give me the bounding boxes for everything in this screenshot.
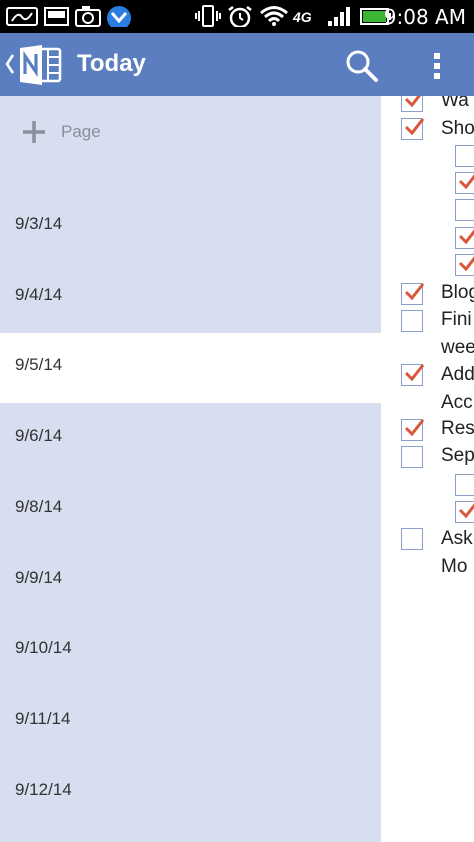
checkmark-icon xyxy=(458,174,474,190)
more-vert-icon[interactable] xyxy=(425,47,449,85)
signature-icon xyxy=(6,7,38,26)
page-item[interactable]: 9/9/14 xyxy=(0,546,381,616)
note-text: Wa xyxy=(441,96,469,111)
note-checkbox[interactable] xyxy=(455,172,474,194)
chevron-left-icon[interactable] xyxy=(4,52,16,76)
alarm-icon xyxy=(228,6,252,27)
note-checkbox[interactable] xyxy=(455,474,474,496)
note-checkbox[interactable] xyxy=(401,446,423,468)
add-page-button[interactable]: Page xyxy=(0,96,381,168)
page-item-label: 9/6/14 xyxy=(15,426,63,446)
4g-icon: 4G xyxy=(293,9,312,25)
note-checkbox[interactable] xyxy=(401,283,425,305)
page-item-label: 9/11/14 xyxy=(15,708,71,728)
note-checkbox[interactable] xyxy=(401,118,425,140)
onenote-logo-icon[interactable] xyxy=(18,44,62,86)
signal-icon xyxy=(328,7,350,26)
page-item-label: 9/12/14 xyxy=(15,779,72,799)
checkmark-icon xyxy=(404,419,425,437)
note-checkbox[interactable] xyxy=(455,254,474,276)
page-item[interactable]: 9/12/14 xyxy=(0,758,381,828)
search-icon[interactable] xyxy=(343,47,381,85)
note-text: Sho xyxy=(441,118,474,139)
page-item[interactable]: 9/5/14 xyxy=(0,333,381,404)
note-checkbox[interactable] xyxy=(401,310,423,332)
checkmark-icon xyxy=(404,283,425,301)
plus-icon xyxy=(23,121,45,143)
page-item[interactable]: 9/3/14 xyxy=(0,192,381,262)
note-text: Mo xyxy=(441,556,468,577)
checkmark-icon xyxy=(458,503,474,519)
checkmark-icon xyxy=(404,364,425,382)
add-page-label: Page xyxy=(61,122,101,141)
page-item-label: 9/3/14 xyxy=(15,214,63,233)
note-checkbox[interactable] xyxy=(401,364,425,386)
note-text: Add xyxy=(441,364,474,385)
page-item-label: 9/9/14 xyxy=(15,567,63,587)
status-time: 9:08 AM xyxy=(383,5,466,29)
checkmark-icon xyxy=(458,229,474,245)
app-bar: Today xyxy=(0,33,474,96)
checkmark-icon xyxy=(404,96,421,108)
page-item-label: 9/5/14 xyxy=(15,355,63,375)
page-item[interactable]: 9/8/14 xyxy=(0,475,381,545)
app-notification-icon xyxy=(107,6,131,27)
status-bar: 4G 9:08 AM xyxy=(0,0,474,33)
page-item[interactable]: 9/10/14 xyxy=(0,616,381,686)
page-item[interactable]: 9/6/14 xyxy=(0,404,381,474)
page-item[interactable]: 9/4/14 xyxy=(0,263,381,333)
note-checkbox[interactable] xyxy=(455,199,474,221)
page-item-label: 9/8/14 xyxy=(15,496,63,516)
page-title: Today xyxy=(77,50,146,77)
checkmark-icon xyxy=(458,256,474,272)
page-item-label: 9/4/14 xyxy=(15,284,63,304)
note-text: Sep xyxy=(441,445,474,466)
note-checkbox[interactable] xyxy=(455,227,474,249)
vibrate-icon xyxy=(195,5,221,27)
note-checkbox[interactable] xyxy=(455,145,474,167)
camera-icon xyxy=(75,6,101,27)
note-text: Blog xyxy=(441,282,474,303)
wifi-icon xyxy=(260,6,288,26)
page-item-label: 9/10/14 xyxy=(15,638,72,658)
note-content: Wa Sho Blog Fini wee Add Acc Res Sep Ask Mo xyxy=(381,96,474,842)
note-checkbox[interactable] xyxy=(455,501,474,523)
checkmark-icon xyxy=(404,118,425,136)
note-text: Ask xyxy=(441,528,473,549)
page-list: Page 9/3/14 9/4/14 9/5/14 9/6/14 9/8/14 9/9/1… xyxy=(0,96,381,842)
note-text: Acc xyxy=(441,392,473,413)
note-text: Res xyxy=(441,418,474,439)
note-text: Fini xyxy=(441,309,472,330)
note-text: wee xyxy=(441,337,474,358)
media-icon xyxy=(44,7,69,26)
note-checkbox[interactable] xyxy=(401,96,423,112)
note-checkbox[interactable] xyxy=(401,528,423,550)
note-checkbox[interactable] xyxy=(401,419,425,441)
page-item[interactable]: 9/11/14 xyxy=(0,687,381,757)
